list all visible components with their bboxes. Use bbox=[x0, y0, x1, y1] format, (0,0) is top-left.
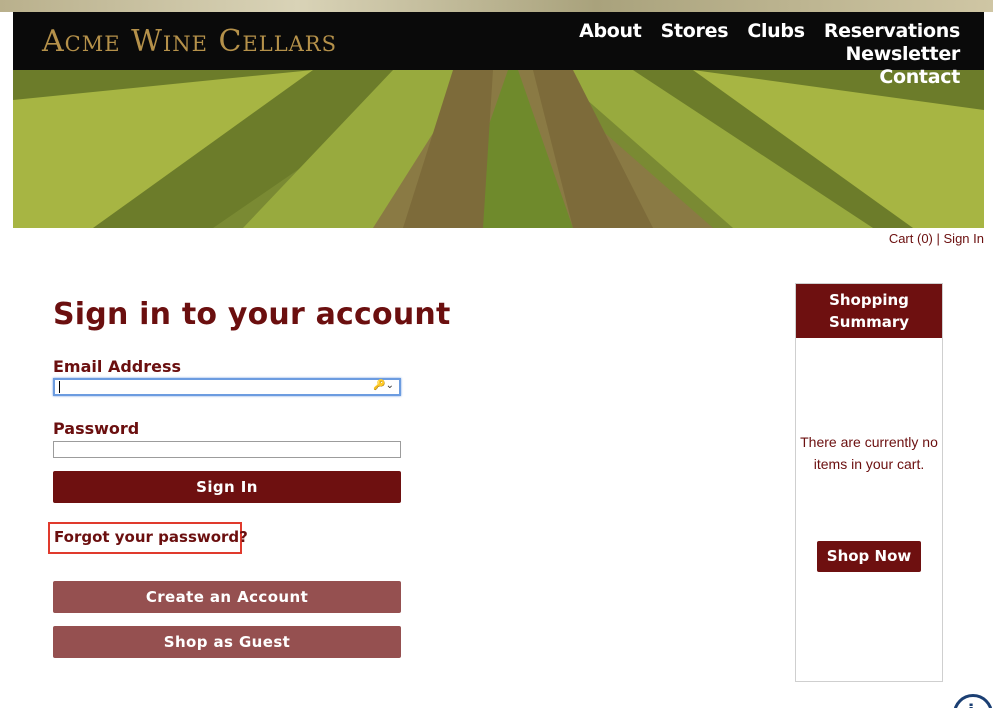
vineyard-image bbox=[13, 70, 984, 228]
main-nav: About Stores Clubs Reservations Newslett… bbox=[490, 20, 960, 89]
page-title: Sign in to your account bbox=[53, 297, 451, 332]
info-icon[interactable]: i bbox=[953, 694, 993, 708]
nav-reservations[interactable]: Reservations bbox=[824, 20, 960, 42]
shopping-summary-panel: Shopping Summary There are currently no … bbox=[795, 283, 943, 682]
nav-stores[interactable]: Stores bbox=[661, 20, 729, 42]
text-caret bbox=[59, 381, 60, 393]
summary-heading: Shopping Summary bbox=[796, 284, 942, 338]
signin-button[interactable]: Sign In bbox=[53, 471, 401, 503]
shop-now-button[interactable]: Shop Now bbox=[817, 541, 921, 572]
cart-separator: | bbox=[936, 231, 940, 246]
top-nav-bar: Acme Wine Cellars About Stores Clubs Res… bbox=[13, 12, 984, 88]
nav-clubs[interactable]: Clubs bbox=[747, 20, 805, 42]
forgot-password-highlight: Forgot your password? bbox=[48, 522, 248, 554]
password-label: Password bbox=[53, 419, 140, 438]
top-background-strip bbox=[0, 0, 993, 12]
forgot-password-link[interactable]: Forgot your password? bbox=[54, 528, 248, 546]
site-logo[interactable]: Acme Wine Cellars bbox=[42, 24, 337, 59]
signin-link[interactable]: Sign In bbox=[944, 231, 984, 246]
email-input[interactable]: 🔑⌄ bbox=[53, 378, 401, 396]
cart-signin-links: Cart (0) | Sign In bbox=[889, 231, 984, 246]
header-banner: Acme Wine Cellars About Stores Clubs Res… bbox=[13, 12, 984, 228]
key-icon[interactable]: 🔑⌄ bbox=[373, 380, 394, 391]
shop-as-guest-button[interactable]: Shop as Guest bbox=[53, 626, 401, 658]
nav-newsletter[interactable]: Newsletter bbox=[846, 43, 961, 65]
create-account-button[interactable]: Create an Account bbox=[53, 581, 401, 613]
empty-cart-message: There are currently no items in your car… bbox=[800, 434, 938, 472]
email-label: Email Address bbox=[53, 357, 182, 376]
nav-contact[interactable]: Contact bbox=[879, 66, 960, 88]
nav-about[interactable]: About bbox=[579, 20, 642, 42]
cart-link[interactable]: Cart (0) bbox=[889, 231, 933, 246]
info-glyph: i bbox=[968, 701, 974, 708]
password-input[interactable] bbox=[53, 441, 401, 458]
